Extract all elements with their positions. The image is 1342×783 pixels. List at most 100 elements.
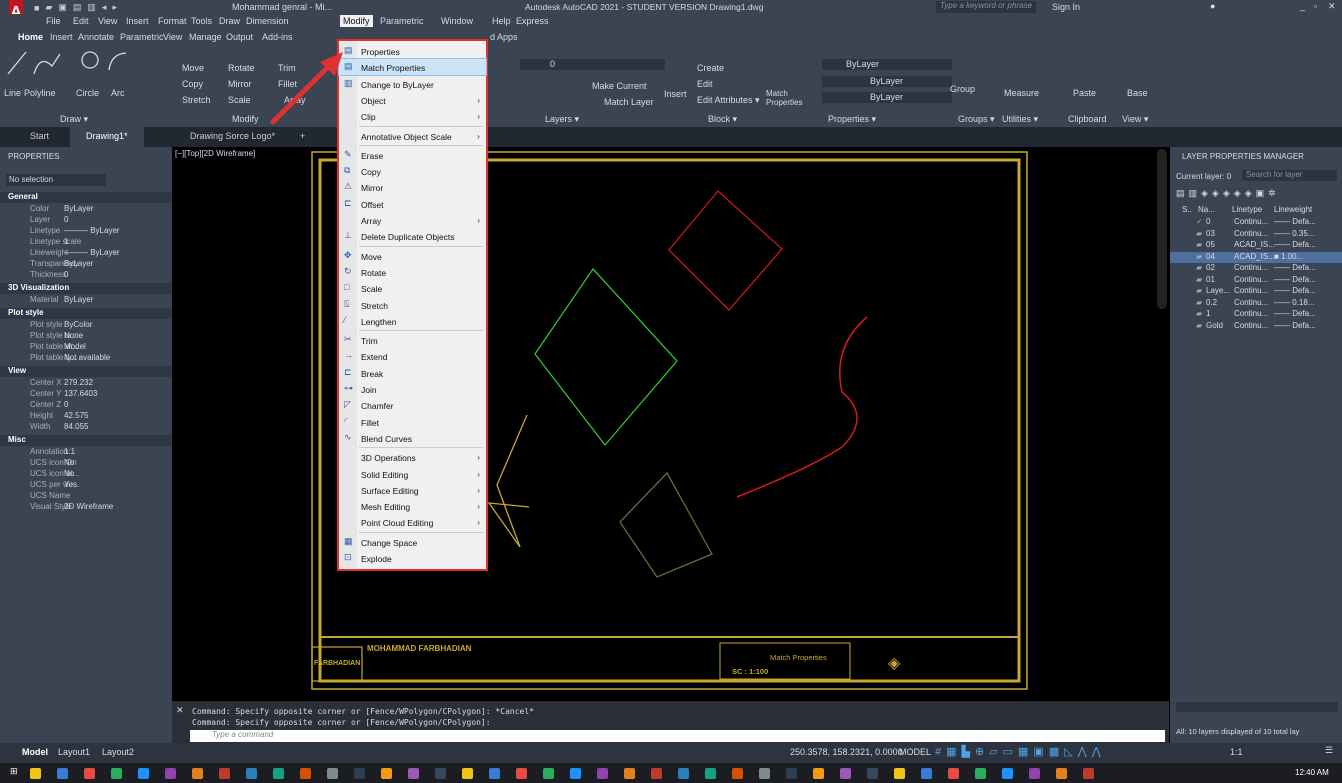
property-row[interactable]: Center Y 137.6403 [0,389,172,400]
menu-item-trim[interactable]: ✂ Trim [339,332,486,348]
property-value[interactable]: None [64,331,83,340]
taskbar-app-icon[interactable] [1029,768,1040,779]
property-value[interactable]: ByLayer [64,259,93,268]
new-tab-button[interactable]: + [300,131,305,141]
ribbon-tab-addins[interactable]: Add-ins [262,32,293,42]
windows-start-icon[interactable]: ⊞ [10,766,18,777]
restore-icon[interactable]: ▫ [1314,1,1317,11]
arc-label[interactable]: Arc [111,88,125,98]
menu-item-blend-curves[interactable]: ∿ Blend Curves [339,430,486,446]
menu-view[interactable]: View [98,16,117,26]
new-icon[interactable]: ■ [34,3,39,13]
ribbon-tab-annotate[interactable]: Annotate [78,32,114,42]
menu-express[interactable]: Express [516,16,549,26]
col-lineweight[interactable]: Lineweight [1274,205,1318,214]
property-row[interactable]: Lineweight ——— ByLayer [0,248,172,259]
menu-item-array[interactable]: Array › [339,212,486,228]
saveas-icon[interactable]: ▤ [73,2,82,13]
property-value[interactable]: Yes [64,480,77,489]
redo-icon[interactable]: ▸ [112,2,117,13]
col-status[interactable]: S.. [1176,205,1198,214]
paste-button[interactable]: Paste [1073,88,1096,98]
ribbon-tab-view[interactable]: View [163,32,182,42]
taskbar-app-icon[interactable] [273,768,284,779]
taskbar-app-icon[interactable] [1002,768,1013,779]
draw-panel-title[interactable]: Draw ▾ [60,114,88,125]
property-value[interactable]: No [64,458,74,467]
menu-draw[interactable]: Draw [219,16,240,26]
menu-item-delete-duplicate-objects[interactable]: ⊥ Delete Duplicate Objects [339,228,486,244]
drawing-canvas[interactable]: [−][Top][2D Wireframe] MOHAMMAD FARBHADI… [172,147,1169,699]
menu-item-offset[interactable]: ⊏ Offset [339,196,486,212]
taskbar-app-icon[interactable] [867,768,878,779]
rotate-tool[interactable]: Rotate [228,63,255,73]
taskbar-app-icon[interactable] [1083,768,1094,779]
layer-row[interactable]: ▰ 05 ACAD_IS... —— Defa... [1170,240,1342,251]
property-row[interactable]: Width 84.055 [0,422,172,433]
menu-item-copy[interactable]: ⧉ Copy [339,163,486,179]
tab-drawing-logo[interactable]: Drawing Sorce Logo* [190,131,275,141]
property-row[interactable]: Visual Style 2D Wireframe [0,502,172,513]
menu-item-mesh-editing[interactable]: Mesh Editing › [339,498,486,514]
section-view[interactable]: View [0,366,172,377]
mirror-tool[interactable]: Mirror [228,79,252,89]
menu-item-match-properties[interactable]: ▤ Match Properties [338,58,487,77]
menu-item-change-space[interactable]: ▦ Change Space [339,534,486,550]
property-value[interactable]: 279.232 [64,378,93,387]
menu-modify[interactable]: Modify [340,15,373,27]
property-row[interactable]: Linetype ——— ByLayer [0,226,172,237]
taskbar-app-icon[interactable] [516,768,527,779]
property-value[interactable]: ByLayer [64,204,93,213]
property-row[interactable]: Center X 279.232 [0,378,172,389]
menu-item-object[interactable]: Object › [339,92,486,108]
workspace-user[interactable]: Mohammad genral - Mi... [232,2,332,12]
property-row[interactable]: Color ByLayer [0,204,172,215]
menu-item-properties[interactable]: ▤ Properties [339,43,486,59]
menu-item-solid-editing[interactable]: Solid Editing › [339,466,486,482]
selection-dropdown[interactable]: No selection [6,174,106,186]
menu-edit[interactable]: Edit [73,16,89,26]
copy-tool[interactable]: Copy [182,79,203,89]
open-icon[interactable]: ▰ [45,2,52,13]
menu-item-join[interactable]: ⊶ Join [339,381,486,397]
save-icon[interactable]: ▣ [58,2,67,13]
clipboard-panel-title[interactable]: Clipboard [1068,114,1107,124]
linetype-dropdown[interactable]: ByLayer [822,76,952,87]
property-value[interactable]: 137.6403 [64,389,97,398]
edit-attributes-button[interactable]: Edit Attributes ▾ [697,95,760,106]
property-row[interactable]: Plot table ty... Not available [0,353,172,364]
layer-row[interactable]: ▰ 02 Continu... —— Defa... [1170,263,1342,274]
layer-row[interactable]: ▰ 1 Continu... —— Defa... [1170,309,1342,320]
property-row[interactable]: Height 42.575 [0,411,172,422]
match-layer-button[interactable]: Match Layer [604,97,654,107]
insert-button[interactable]: Insert [664,89,687,99]
property-row[interactable]: Material ByLayer [0,295,172,306]
taskbar-app-icon[interactable] [543,768,554,779]
taskbar-app-icon[interactable] [246,768,257,779]
layer-row[interactable]: ▰ Laye... Continu... —— Defa... [1170,286,1342,297]
taskbar-app-icon[interactable] [597,768,608,779]
move-tool[interactable]: Move [182,63,204,73]
make-current-button[interactable]: Make Current [592,81,647,91]
taskbar-app-icon[interactable] [975,768,986,779]
menu-item-extend[interactable]: → Extend [339,348,486,364]
taskbar-app-icon[interactable] [1056,768,1067,779]
property-value[interactable]: Not available [64,353,110,362]
taskbar-app-icon[interactable] [840,768,851,779]
menu-item-clip[interactable]: Clip › [339,108,486,124]
property-value[interactable]: ByLayer [64,295,93,304]
edit-block-button[interactable]: Edit [697,79,713,89]
menu-item-erase[interactable]: ✎ Erase [339,147,486,163]
menu-tools[interactable]: Tools [191,16,212,26]
property-value[interactable]: 1:1 [64,447,75,456]
taskbar-app-icon[interactable] [327,768,338,779]
menu-item-lengthen[interactable]: ⁄ Lengthen [339,313,486,329]
menu-window[interactable]: Window [441,16,473,26]
property-row[interactable]: Thickness 0 [0,270,172,281]
taskbar-app-icon[interactable] [921,768,932,779]
menu-parametric[interactable]: Parametric [380,16,424,26]
circle-label[interactable]: Circle [76,88,99,98]
layer-scrollbar[interactable] [1176,702,1338,712]
group-button[interactable]: Group [950,84,975,94]
layers-panel-title[interactable]: Layers ▾ [545,114,579,125]
